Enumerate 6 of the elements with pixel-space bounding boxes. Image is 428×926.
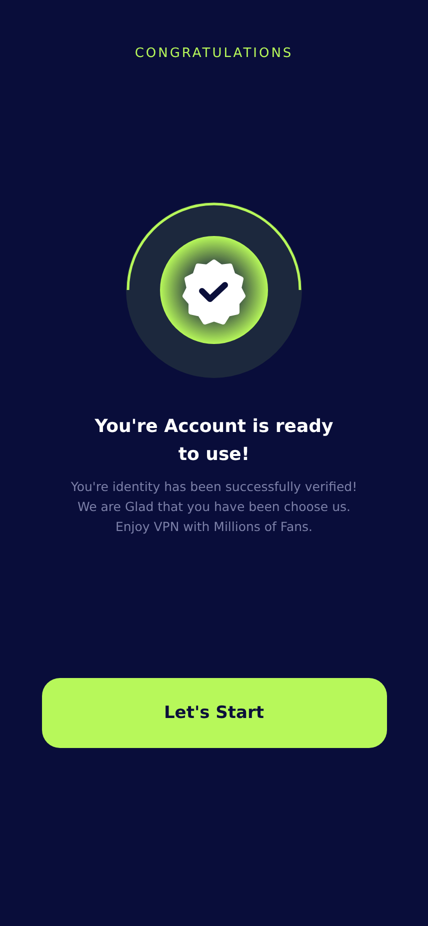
description-line: We are Glad that you have been choose us. (77, 498, 351, 516)
description-line: Enjoy VPN with Millions of Fans. (115, 518, 313, 536)
screen-heading: CONGRATULATIONS (134, 46, 294, 61)
description-line: You're identity has been successfully verified! (70, 478, 358, 496)
status-title: You're Account is ready to use! (94, 415, 334, 467)
start-button[interactable]: Let's Start (42, 678, 386, 748)
